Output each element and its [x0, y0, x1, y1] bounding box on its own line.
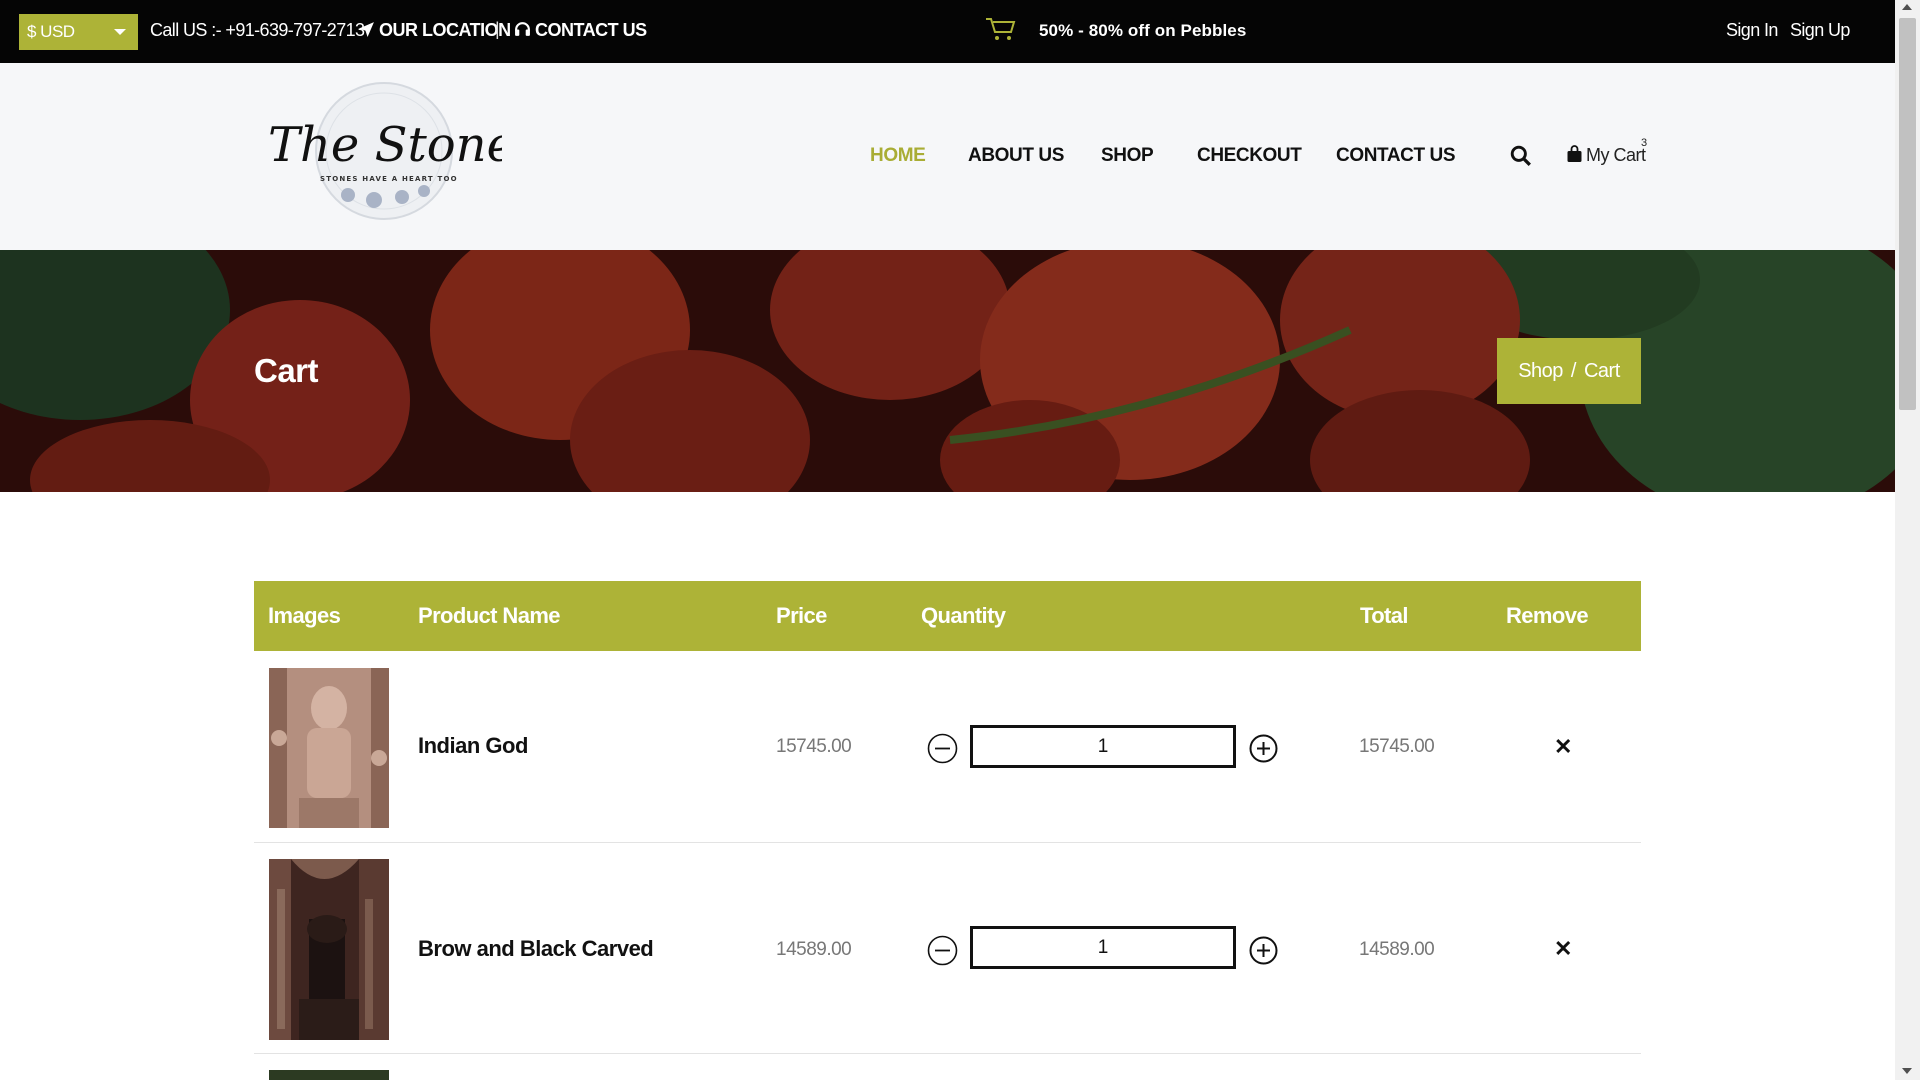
plus-circle-icon[interactable] — [1248, 733, 1279, 764]
product-name[interactable]: Indian God — [418, 733, 528, 759]
breadcrumb-current: Cart — [1583, 360, 1620, 382]
contact-us-top-label: CONTACT US — [535, 20, 647, 40]
quantity-input[interactable]: 1 — [970, 926, 1236, 969]
sign-in-link[interactable]: Sign In — [1726, 20, 1778, 41]
nav-checkout[interactable]: CHECKOUT — [1197, 145, 1302, 167]
product-total: 15745.00 — [1359, 736, 1435, 757]
my-cart-label: My Cart — [1586, 145, 1646, 165]
top-bar: $ USD Call US :- +91-639-797-2713 OUR LO… — [0, 0, 1895, 63]
page-title: Cart — [254, 352, 319, 389]
promo-text: 50% - 80% off on Pebbles — [1039, 21, 1247, 40]
headset-icon — [515, 22, 530, 36]
chevron-down-icon — [114, 29, 126, 35]
svg-text:The Stone Shop: The Stone Shop — [268, 117, 502, 173]
page-banner: Cart Shop / Cart — [0, 250, 1895, 492]
header-quantity: Quantity — [921, 603, 1006, 628]
product-price: 15745.00 — [776, 736, 852, 757]
cart-icon — [985, 16, 1017, 47]
product-image[interactable] — [269, 668, 389, 828]
nav-shop[interactable]: SHOP — [1101, 145, 1154, 167]
minus-circle-icon[interactable] — [927, 935, 958, 966]
scroll-up-arrow-icon[interactable] — [1902, 4, 1912, 10]
breadcrumb-shop-link[interactable]: Shop — [1518, 360, 1563, 382]
site-logo[interactable]: The Stone Shop STONES HAVE A HEART TOO — [262, 79, 654, 224]
product-image[interactable] — [269, 1070, 389, 1080]
paper-plane-icon — [359, 22, 374, 37]
plus-circle-icon[interactable] — [1248, 935, 1279, 966]
nav-contact-us[interactable]: CONTACT US — [1336, 145, 1456, 167]
our-location-link[interactable]: OUR LOCATION — [358, 20, 511, 41]
call-us-text: Call US :- +91-639-797-2713 — [150, 20, 365, 40]
sign-up-link[interactable]: Sign Up — [1790, 20, 1850, 41]
minus-circle-icon[interactable] — [927, 733, 958, 764]
page-scrollbar[interactable] — [1895, 0, 1920, 1080]
header-images: Images — [268, 603, 341, 628]
scrollbar-thumb[interactable] — [1899, 18, 1916, 410]
separator: | — [495, 19, 500, 39]
table-row: Indian God 15745.00 1 15745.00 ✕ — [254, 651, 1641, 843]
header-total: Total — [1360, 603, 1409, 628]
currency-value: $ USD — [27, 22, 75, 41]
shopping-bag-icon — [1567, 145, 1582, 162]
breadcrumb: Shop / Cart — [1497, 338, 1641, 404]
header-price: Price — [776, 603, 827, 628]
cart-count-badge: 3 — [1641, 137, 1648, 149]
header-product-name: Product Name — [418, 603, 561, 628]
my-cart-link[interactable]: My Cart — [1566, 145, 1646, 166]
product-name[interactable]: Brow and Black Carved — [418, 936, 654, 962]
remove-button[interactable]: ✕ — [1554, 734, 1572, 760]
quantity-input[interactable]: 1 — [970, 725, 1236, 768]
product-price: 14589.00 — [776, 939, 852, 960]
site-header: The Stone Shop STONES HAVE A HEART TOO H… — [0, 63, 1895, 250]
our-location-label: OUR LOCATION — [379, 20, 511, 40]
close-icon: ✕ — [1554, 734, 1573, 759]
table-row: Brow and Black Carved 14589.00 1 14589.0… — [254, 843, 1641, 1054]
svg-text:STONES HAVE A HEART TOO: STONES HAVE A HEART TOO — [320, 175, 458, 183]
product-image[interactable] — [269, 859, 389, 1040]
header-remove: Remove — [1506, 603, 1589, 628]
nav-about-us[interactable]: ABOUT US — [968, 145, 1064, 167]
contact-us-top-link[interactable]: CONTACT US — [514, 20, 647, 41]
scroll-down-arrow-icon[interactable] — [1902, 1068, 1912, 1074]
nav-home[interactable]: HOME — [870, 145, 926, 167]
currency-select[interactable]: $ USD — [19, 14, 138, 50]
product-total: 14589.00 — [1359, 939, 1435, 960]
breadcrumb-separator: / — [1570, 360, 1577, 382]
cart-table-header: Images Product Name Price Quantity Total… — [254, 581, 1641, 651]
close-icon: ✕ — [1554, 936, 1573, 961]
search-icon[interactable] — [1510, 145, 1532, 172]
remove-button[interactable]: ✕ — [1554, 936, 1572, 962]
